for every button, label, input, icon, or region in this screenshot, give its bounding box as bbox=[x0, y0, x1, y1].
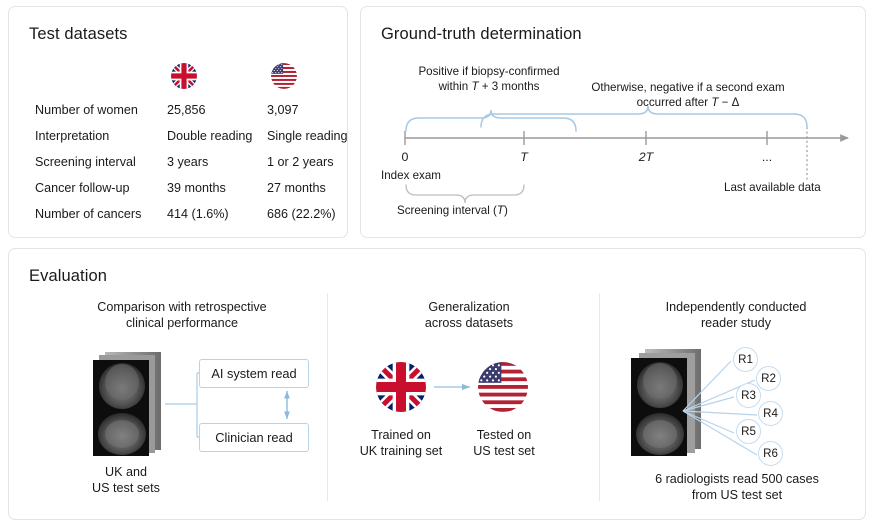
timeline-tick-label-T: T bbox=[520, 150, 528, 164]
table-cell-uk-0: 25,856 bbox=[167, 103, 206, 117]
table-cell-uk-4: 414 (1.6%) bbox=[167, 207, 229, 221]
table-cell-uk-1: Double reading bbox=[167, 129, 253, 143]
positive-window-brace bbox=[405, 109, 577, 132]
panel-evaluation: Evaluation Comparison with retrospective… bbox=[8, 248, 866, 520]
table-cell-us-4: 686 (22.2%) bbox=[267, 207, 336, 221]
table-cell-us-3: 27 months bbox=[267, 181, 326, 195]
page-title-test-datasets: Test datasets bbox=[29, 25, 128, 43]
table-cell-uk-3: 39 months bbox=[167, 181, 226, 195]
reader-circle-R2[interactable]: R2 bbox=[756, 366, 781, 391]
screening-interval-brace bbox=[405, 184, 525, 204]
reader-line-R1 bbox=[682, 360, 732, 412]
reader-line-R3 bbox=[682, 396, 735, 412]
index-exam-label: Index exam bbox=[381, 169, 441, 182]
table-row-label-0: Number of women bbox=[35, 103, 138, 117]
negative-window-brace bbox=[480, 105, 808, 128]
timeline-tick-label-ellipsis: ... bbox=[761, 150, 773, 164]
reader-circle-R6[interactable]: R6 bbox=[758, 441, 783, 466]
timeline-tick-label-0: 0 bbox=[401, 150, 409, 164]
us-flag-icon bbox=[271, 63, 297, 89]
caption-reader-study: 6 radiologists read 500 cases from US te… bbox=[617, 471, 857, 503]
reader-circle-R4[interactable]: R4 bbox=[758, 401, 783, 426]
screening-interval-label: Screening interval (T) bbox=[397, 204, 508, 217]
table-row-label-2: Screening interval bbox=[35, 155, 136, 169]
timeline-tick-label-2T: 2T bbox=[638, 150, 654, 164]
reader-line-R4 bbox=[682, 410, 758, 416]
table-row-label-1: Interpretation bbox=[35, 129, 110, 143]
table-cell-us-0: 3,097 bbox=[267, 103, 299, 117]
caption-reader-line1: 6 radiologists read 500 cases bbox=[655, 472, 819, 486]
reader-circle-R5[interactable]: R5 bbox=[736, 419, 761, 444]
panel-test-datasets: Test datasets Number of women 25,856 3,0… bbox=[8, 6, 348, 238]
reader-line-R5 bbox=[682, 410, 735, 434]
table-cell-us-1: Single reading bbox=[267, 129, 348, 143]
last-available-data-label: Last available data bbox=[724, 181, 821, 194]
reader-circle-R3[interactable]: R3 bbox=[736, 383, 761, 408]
table-cell-us-2: 1 or 2 years bbox=[267, 155, 334, 169]
panel-ground-truth-determination: Ground-truth determination Positive if b… bbox=[360, 6, 866, 238]
reader-circle-R1[interactable]: R1 bbox=[733, 347, 758, 372]
table-row-label-3: Cancer follow-up bbox=[35, 181, 130, 195]
caption-reader-line2: from US test set bbox=[691, 488, 783, 502]
uk-flag-icon bbox=[171, 63, 197, 89]
table-row-label-4: Number of cancers bbox=[35, 207, 142, 221]
table-cell-uk-2: 3 years bbox=[167, 155, 209, 169]
